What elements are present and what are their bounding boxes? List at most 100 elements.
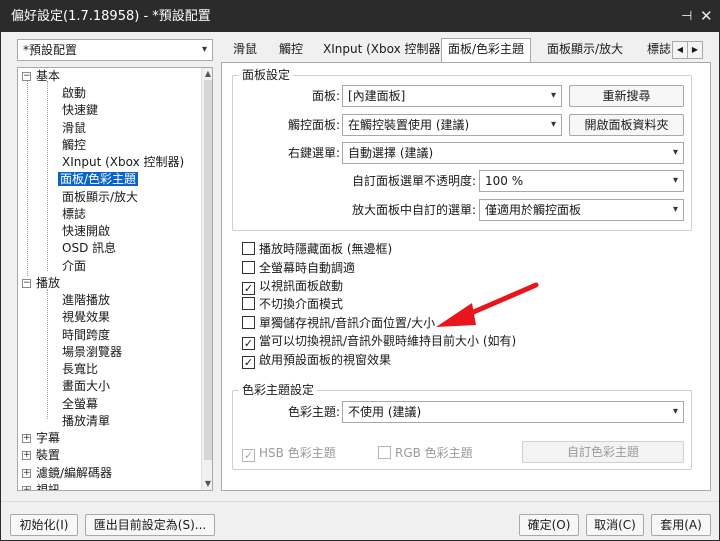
tree-item-label: 啟動: [62, 86, 87, 100]
checkbox-box[interactable]: ✓: [242, 449, 255, 462]
tab-xinput[interactable]: XInput (Xbox 控制器): [317, 39, 451, 61]
tree-item-aspect-ratio[interactable]: 長寬比: [60, 361, 100, 378]
tree-item-fullscreen[interactable]: 全螢幕: [60, 396, 100, 413]
expand-icon[interactable]: +: [22, 434, 31, 443]
tree-item-mouse[interactable]: 滑鼠: [60, 120, 88, 137]
checkbox-box[interactable]: [242, 297, 255, 310]
chevron-down-icon: ▾: [672, 147, 678, 158]
tree-item-label: 進階播放: [62, 293, 111, 307]
tree-item-label: 面板/色彩主題: [58, 172, 139, 186]
tree-group-playback[interactable]: − 播放: [22, 275, 62, 292]
touch-panel-select[interactable]: 在觸控裝置使用 (建議) ▾: [342, 114, 562, 136]
tree-group-video[interactable]: + 視訊: [22, 482, 62, 490]
tab-prev-icon[interactable]: ◀: [672, 41, 688, 59]
checkbox-hide-panel-on-play[interactable]: 播放時隱藏面板 (無邊框): [242, 240, 392, 258]
panel-select[interactable]: [內建面板] ▾: [342, 85, 562, 107]
tree-item-label: 播放清單: [62, 414, 111, 428]
tree-item-osd[interactable]: OSD 訊息: [60, 240, 118, 257]
category-tree[interactable]: − 基本 啟動 快速鍵 滑鼠 觸控 XInput (Xbox 控制器) 面板/色彩…: [17, 67, 213, 491]
expand-icon[interactable]: +: [22, 451, 31, 460]
tree-item-scene-browser[interactable]: 場景瀏覽器: [60, 344, 124, 361]
tab-mouse[interactable]: 滑鼠: [227, 39, 263, 61]
close-icon[interactable]: ✕: [700, 1, 713, 32]
checkbox-hsb-theme[interactable]: ✓ HSB 色彩主題: [242, 444, 336, 462]
checkbox-box[interactable]: [242, 261, 255, 274]
expand-icon[interactable]: +: [22, 469, 31, 478]
checkbox-box[interactable]: ✓: [242, 337, 255, 350]
tree-item-advanced-playback[interactable]: 進階播放: [60, 292, 112, 309]
chevron-down-icon: ▾: [550, 90, 556, 101]
checkbox-fullscreen-auto-fit[interactable]: 全螢幕時自動調適: [242, 259, 355, 277]
group-title: 色彩主題設定: [239, 383, 318, 397]
zoom-menu-select[interactable]: 僅適用於觸控面板 ▾: [479, 199, 684, 221]
chevron-down-icon: ▾: [672, 406, 678, 417]
tab-panel-zoom[interactable]: 面板顯示/放大: [541, 39, 629, 61]
apply-button[interactable]: 套用(A): [651, 514, 711, 536]
tree-item-skins[interactable]: 面板/色彩主題: [58, 171, 139, 188]
tree-group-filters[interactable]: + 濾鏡/編解碼器: [22, 465, 114, 482]
tree-item-panel-zoom[interactable]: 面板顯示/放大: [60, 189, 140, 206]
check-icon: ✓: [243, 449, 254, 462]
tree-item-quick-open[interactable]: 快速開啟: [60, 223, 112, 240]
scrollbar-thumb[interactable]: [204, 80, 212, 460]
collapse-icon[interactable]: −: [22, 279, 31, 288]
checkbox-box[interactable]: ✓: [242, 282, 255, 295]
tree-item-time-span[interactable]: 時間跨度: [60, 327, 112, 344]
pin-icon[interactable]: ⊣: [681, 1, 692, 32]
context-menu-label: 右鍵選單:: [287, 146, 340, 160]
tree-item-label: 快速鍵: [62, 103, 99, 117]
tree-item-visual-effects[interactable]: 視覺效果: [60, 309, 112, 326]
tree-item-touch[interactable]: 觸控: [60, 137, 88, 154]
tree-item-label: 滑鼠: [62, 121, 87, 135]
title-bar: 偏好設定(1.7.18958) - *預設配置 ⊣ ✕: [1, 1, 719, 32]
tree-item-label: 場景瀏覽器: [62, 345, 123, 359]
tree-group-devices[interactable]: + 裝置: [22, 447, 62, 464]
tree-item-label: 標誌: [62, 207, 87, 221]
tree-item-startup[interactable]: 啟動: [60, 85, 88, 102]
checkbox-box[interactable]: ✓: [242, 356, 255, 369]
checkbox-box[interactable]: [242, 242, 255, 255]
tree-group-subtitles[interactable]: + 字幕: [22, 430, 62, 447]
tab-touch[interactable]: 觸控: [273, 39, 309, 61]
context-menu-select[interactable]: 自動選擇 (建議) ▾: [342, 142, 684, 164]
checkbox-start-video-panel[interactable]: ✓ 以視訊面板啟動: [242, 277, 343, 295]
tree-group-label: 裝置: [36, 448, 61, 462]
color-theme-select[interactable]: 不使用 (建議) ▾: [342, 401, 684, 423]
checkbox-label: 啟用預設面板的視窗效果: [259, 353, 392, 367]
tree-item-video-size[interactable]: 畫面大小: [60, 378, 112, 395]
group-title: 面板設定: [239, 68, 294, 82]
zoom-menu-select-value: 僅適用於觸控面板: [485, 203, 582, 217]
collapse-icon[interactable]: −: [22, 72, 31, 81]
tab-skins[interactable]: 面板/色彩主題: [441, 38, 532, 63]
checkbox-label: 播放時隱藏面板 (無邊框): [259, 242, 393, 256]
profile-select[interactable]: *預設配置 ▾: [17, 39, 213, 61]
checkbox-keep-current-size[interactable]: ✓ 當可以切換視訊/音訊外觀時維持目前大小 (如有): [242, 332, 516, 350]
export-settings-button[interactable]: 匯出目前設定為(S)...: [85, 514, 215, 536]
tab-next-icon[interactable]: ▶: [687, 41, 703, 59]
menu-opacity-select[interactable]: 100 % ▾: [479, 170, 684, 192]
scroll-down-icon[interactable]: ▼: [202, 478, 212, 490]
expand-icon[interactable]: +: [22, 486, 31, 490]
tree-item-logo[interactable]: 標誌: [60, 206, 88, 223]
custom-color-theme-button[interactable]: 自訂色彩主題: [522, 441, 684, 463]
initialize-button[interactable]: 初始化(I): [10, 514, 78, 536]
tree-item-label: 面板顯示/放大: [62, 190, 139, 204]
tree-scrollbar[interactable]: ▲ ▼: [201, 68, 212, 490]
tree-group-basic[interactable]: − 基本: [22, 68, 62, 85]
ok-button[interactable]: 確定(O): [519, 514, 579, 536]
touch-panel-select-value: 在觸控裝置使用 (建議): [348, 118, 470, 132]
checkbox-rgb-theme[interactable]: RGB 色彩主題: [378, 444, 473, 462]
scroll-up-icon[interactable]: ▲: [202, 68, 212, 80]
checkbox-box[interactable]: [378, 446, 391, 459]
tree-item-interface[interactable]: 介面: [60, 258, 88, 275]
open-panel-folder-button[interactable]: 開啟面板資料夾: [569, 114, 684, 136]
checkbox-no-switch-mode[interactable]: 不切換介面模式: [242, 295, 343, 313]
tree-item-playlist[interactable]: 播放清單: [60, 413, 112, 430]
cancel-button[interactable]: 取消(C): [586, 514, 644, 536]
tree-item-shortcuts[interactable]: 快速鍵: [60, 102, 100, 119]
checkbox-save-interface-position[interactable]: 單獨儲存視訊/音訊介面位置/大小: [242, 314, 435, 332]
rescan-button[interactable]: 重新搜尋: [569, 85, 684, 107]
tree-item-xinput[interactable]: XInput (Xbox 控制器): [60, 154, 186, 171]
checkbox-box[interactable]: [242, 316, 255, 329]
checkbox-window-effects[interactable]: ✓ 啟用預設面板的視窗效果: [242, 351, 391, 369]
